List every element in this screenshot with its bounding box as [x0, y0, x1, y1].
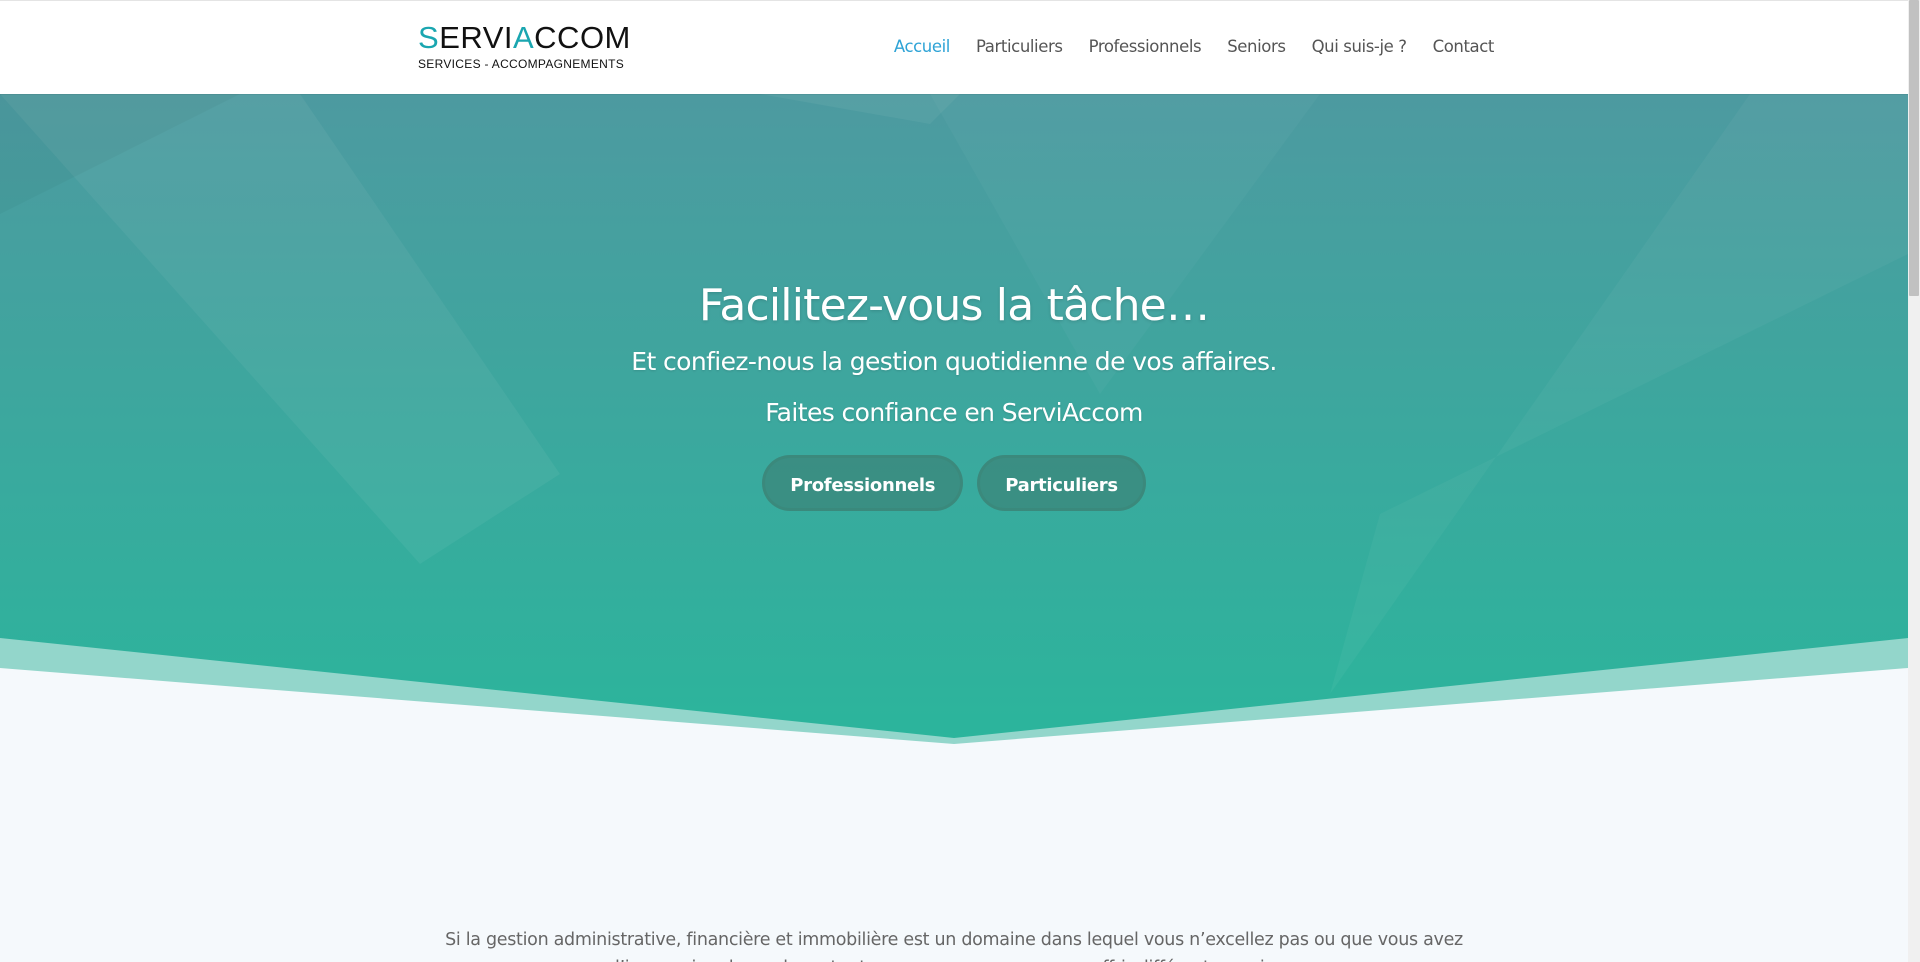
scrollbar-thumb[interactable] — [1909, 0, 1919, 296]
hero-title: Facilitez-vous la tâche… — [698, 280, 1210, 331]
nav-item-accueil[interactable]: Accueil — [894, 37, 951, 56]
hero-subtitle-2: Faites confiance en ServiAccom — [765, 398, 1143, 427]
intro-line-1: Si la gestion administrative, financière… — [445, 930, 1463, 950]
hero-content: Facilitez-vous la tâche… Et confiez-nous… — [0, 280, 1908, 511]
intro-text: Si la gestion administrative, financière… — [0, 926, 1908, 962]
page-scrollbar[interactable] — [1908, 0, 1920, 962]
nav-item-particuliers[interactable]: Particuliers — [976, 37, 1063, 56]
hero-subtitle-1: Et confiez-nous la gestion quotidienne d… — [631, 347, 1277, 376]
intro-line-2: l’impression de perdre votre temps, nous… — [0, 954, 1908, 962]
logo-letter-s: S — [418, 20, 440, 55]
nav-item-seniors[interactable]: Seniors — [1227, 37, 1286, 56]
hero-section: Facilitez-vous la tâche… Et confiez-nous… — [0, 94, 1908, 744]
nav-item-contact[interactable]: Contact — [1433, 37, 1495, 56]
logo-letters-ervi: ERVI — [439, 20, 513, 55]
hero-buttons: Professionnels Particuliers — [0, 455, 1908, 511]
professionnels-button[interactable]: Professionnels — [762, 455, 964, 511]
logo-letter-a: A — [512, 20, 535, 55]
logo-title: SERVIACCOM — [418, 21, 631, 55]
site-logo[interactable]: SERVIACCOM SERVICES - ACCOMPAGNEMENTS — [418, 21, 631, 72]
main-nav: Accueil Particuliers Professionnels Seni… — [868, 37, 1495, 56]
logo-letters-ccom: CCOM — [534, 20, 631, 55]
particuliers-button[interactable]: Particuliers — [977, 455, 1146, 511]
nav-item-professionnels[interactable]: Professionnels — [1089, 37, 1202, 56]
logo-subtitle: SERVICES - ACCOMPAGNEMENTS — [418, 57, 625, 71]
site-header: SERVIACCOM SERVICES - ACCOMPAGNEMENTS Ac… — [0, 0, 1908, 94]
nav-item-qui-suis-je[interactable]: Qui suis-je ? — [1312, 37, 1407, 56]
